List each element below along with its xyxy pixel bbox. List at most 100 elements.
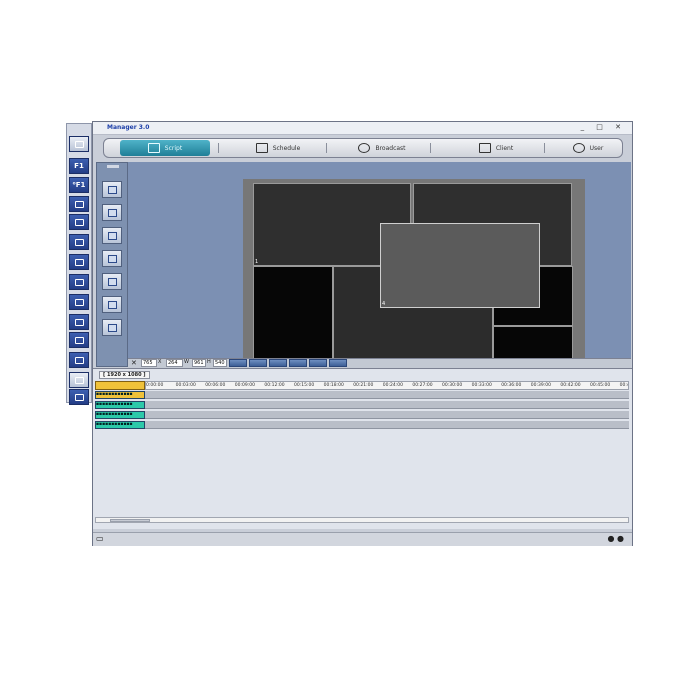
tool-check-button[interactable]: [102, 319, 122, 336]
track-header[interactable]: ▪▪▪▪▪▪▪▪▪▪▪▪: [95, 401, 145, 409]
zone-number: 4: [382, 301, 386, 307]
main-tab-bar: Script Schedule Broadcast Client User: [103, 138, 623, 158]
align-right-button[interactable]: [269, 359, 287, 367]
layout-zone[interactable]: 1: [253, 266, 333, 365]
layout-zone[interactable]: 4: [380, 223, 540, 308]
palette-ticker-button[interactable]: [69, 234, 89, 250]
ruler-tick-label: 00:30:00: [442, 383, 463, 388]
layout-canvas-area: 11114: [128, 162, 631, 371]
layout-stage[interactable]: 11114: [243, 179, 585, 371]
y-unit-label: W: [184, 359, 189, 365]
frame-icon: [108, 186, 117, 194]
status-right-icons[interactable]: ● ●: [607, 534, 624, 543]
tab-label: Schedule: [272, 144, 301, 152]
window-controls[interactable]: _ □ ✕: [581, 123, 626, 131]
palette-rss-button[interactable]: [69, 254, 89, 270]
tool-camera-button[interactable]: [102, 227, 122, 244]
tab-separator: [430, 143, 431, 153]
x-unit-label: X: [158, 359, 162, 365]
x-field[interactable]: 765: [141, 359, 157, 367]
zone-number: 1: [255, 259, 259, 265]
ruler-tick-label: 00:24:00: [382, 383, 404, 388]
ruler-tick-label: 00:03:00: [175, 383, 196, 388]
palette-tools-button[interactable]: [69, 389, 89, 405]
ruler-tick-label: 00:12:00: [264, 383, 285, 388]
fit-screen-button[interactable]: [329, 359, 347, 367]
tool-layout-button[interactable]: [102, 296, 122, 313]
ruler-tick-label: 00:18:00: [323, 383, 344, 388]
tool-grid-button[interactable]: [102, 204, 122, 221]
palette-tv-button[interactable]: [69, 196, 89, 212]
tab-separator: [218, 143, 219, 153]
palette-flash-button[interactable]: [69, 214, 89, 230]
fit-height-button[interactable]: [309, 359, 327, 367]
timeline-panel: [ 1920 x 1080 ] 0:00:00 00:03:00 00:06:00 0…: [93, 368, 632, 529]
monitor-icon: [478, 143, 491, 153]
palette-arrow-up-button[interactable]: [69, 332, 89, 348]
close-icon[interactable]: ✕: [131, 359, 137, 367]
w-unit-label: H: [207, 359, 211, 365]
track-row[interactable]: [145, 421, 629, 429]
align-left-button[interactable]: [229, 359, 247, 367]
tab-client[interactable]: Client: [456, 140, 536, 156]
track-header[interactable]: ▪▪▪▪▪▪▪▪▪▪▪▪: [95, 421, 145, 429]
h-field[interactable]: 540: [213, 359, 227, 367]
weather-icon: [74, 278, 84, 286]
horizontal-scrollbar[interactable]: [95, 517, 629, 523]
tv-icon: [74, 200, 84, 208]
tool-frame-button[interactable]: [102, 181, 122, 198]
toolbox-grip[interactable]: [107, 165, 119, 168]
palette-list-button[interactable]: [69, 314, 89, 330]
tool-save-button[interactable]: [102, 250, 122, 267]
grid-icon: [74, 298, 84, 306]
calendar-icon: [255, 143, 268, 153]
ruler-tick-label: 00:33:00: [471, 383, 492, 388]
track-header[interactable]: ▪▪▪▪▪▪▪▪▪▪▪▪: [95, 391, 145, 399]
track-row[interactable]: [145, 401, 629, 409]
tools-icon: [74, 393, 84, 401]
tab-schedule[interactable]: Schedule: [238, 140, 318, 156]
palette-settings-button[interactable]: [69, 372, 89, 388]
palette-arrow-down-button[interactable]: [69, 352, 89, 368]
title-bar[interactable]: Manager 3.0 _ □ ✕: [93, 122, 632, 135]
w-field[interactable]: 961: [192, 359, 206, 367]
flash-icon: [74, 218, 84, 226]
settings-icon: [74, 376, 84, 384]
text-effect-icon: ⁰F1: [72, 181, 86, 189]
palette-window-button[interactable]: [69, 136, 89, 152]
track-row[interactable]: [145, 411, 629, 419]
palette-grid-button[interactable]: [69, 294, 89, 310]
tab-label: User: [589, 144, 604, 152]
tab-separator: [326, 143, 327, 153]
camera-icon: [108, 232, 117, 240]
palette-text-button[interactable]: F1: [69, 158, 89, 174]
ruler-tick-label: 00:27:00: [412, 383, 433, 388]
ruler-tick-label: 00:39:00: [530, 383, 552, 388]
save-icon: [108, 255, 117, 263]
scrollbar-thumb[interactable]: [110, 519, 150, 522]
tool-page-button[interactable]: [102, 273, 122, 290]
status-bar: ▭ ● ●: [93, 532, 632, 546]
tab-user[interactable]: User: [558, 140, 618, 156]
fit-width-button[interactable]: [289, 359, 307, 367]
palette-weather-button[interactable]: [69, 274, 89, 290]
tab-label: Client: [495, 144, 514, 152]
tab-broadcast[interactable]: Broadcast: [342, 140, 422, 156]
tab-separator: [544, 143, 545, 153]
y-field[interactable]: 264: [166, 359, 183, 367]
tab-label: Script: [164, 144, 183, 152]
track-tools[interactable]: [95, 381, 145, 390]
arrow-up-icon: [74, 336, 84, 344]
align-center-button[interactable]: [249, 359, 267, 367]
track-row[interactable]: [145, 391, 629, 399]
user-icon: [572, 143, 585, 153]
track-header[interactable]: ▪▪▪▪▪▪▪▪▪▪▪▪: [95, 411, 145, 419]
palette-text-effect-button[interactable]: ⁰F1: [69, 177, 89, 193]
window-title: Manager 3.0: [107, 124, 150, 131]
ruler-tick-label: 00:36:00: [501, 383, 522, 388]
ruler-tick-label: 0:00:00: [146, 383, 164, 388]
time-ruler[interactable]: 0:00:00 00:03:00 00:06:00 00:09:00 00:12:00 0…: [145, 381, 629, 390]
ticker-icon: [74, 238, 84, 246]
rss-icon: [74, 258, 84, 266]
tab-script[interactable]: Script: [120, 140, 210, 156]
